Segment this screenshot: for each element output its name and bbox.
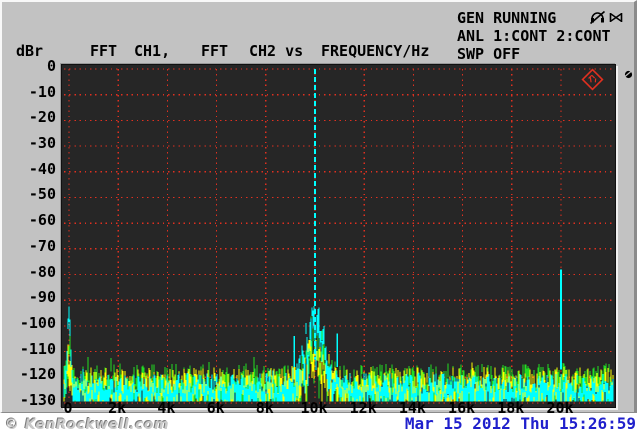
y-tick-label: -120 <box>19 365 56 384</box>
trace1-channel: CH1, <box>134 42 171 60</box>
speaker-muted-icon[interactable] <box>608 9 624 30</box>
y-tick-label: -80 <box>28 262 56 281</box>
x-tick-label: 10k <box>300 399 328 417</box>
x-tick-label: 0 <box>63 399 73 417</box>
analyzer-status: ANL 1:CONT 2:CONT <box>457 27 611 45</box>
x-tick-label: 8k <box>255 399 274 417</box>
monitor-status-icon <box>623 65 634 84</box>
fft-spectrum-plot <box>61 64 616 408</box>
x-tick-label: 12k <box>349 399 377 417</box>
y-tick-label: -20 <box>28 108 56 127</box>
x-tick-label: 2k <box>108 399 127 417</box>
x-tick-label: 6k <box>206 399 225 417</box>
sweep-status: SWP OFF <box>457 45 521 63</box>
headphones-muted-icon[interactable] <box>589 9 606 30</box>
trace1-function: FFT <box>90 42 118 60</box>
analyzer-window: GEN RUNNING ANL 1:CONT 2:CONT SWP OFF dB… <box>0 0 637 417</box>
rohde-schwarz-logo-icon <box>581 68 604 91</box>
spectrum-canvas <box>63 68 614 404</box>
trace2-function: FFT <box>201 42 229 60</box>
date-time: Mar 15 2012 Thu 15:26:59 <box>404 414 636 433</box>
trace2-channel: CH2 vs <box>249 42 304 60</box>
screenshot-root: GEN RUNNING ANL 1:CONT 2:CONT SWP OFF dB… <box>0 0 640 436</box>
y-tick-label: -40 <box>28 159 56 178</box>
y-tick-label: -90 <box>28 288 56 307</box>
y-tick-label: 0 <box>46 57 56 75</box>
x-axis-title: FREQUENCY/Hz <box>321 42 430 60</box>
y-tick-label: -70 <box>28 236 56 255</box>
y-tick-label: -10 <box>28 82 56 101</box>
x-tick-label: 4k <box>157 399 176 417</box>
watermark: © KenRockwell.com <box>5 417 170 433</box>
y-tick-label: -110 <box>19 339 56 358</box>
y-tick-label: -60 <box>28 211 56 230</box>
y-tick-label: -100 <box>19 313 56 332</box>
y-tick-label: -30 <box>28 134 56 153</box>
y-tick-label: -50 <box>28 185 56 204</box>
generator-status: GEN RUNNING <box>457 9 557 27</box>
